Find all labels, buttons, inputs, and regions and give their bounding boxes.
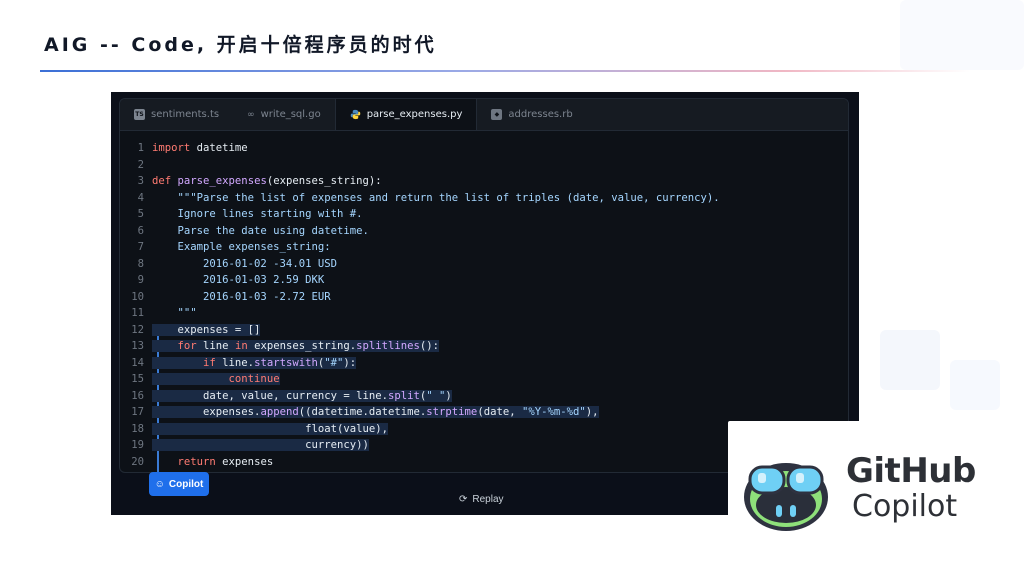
background-hexagon	[950, 360, 1000, 410]
tab-parse-expenses[interactable]: parse_expenses.py	[334, 99, 478, 130]
code-line: 7 Example expenses_string:	[120, 239, 848, 256]
line-number: 16	[131, 389, 144, 402]
code-text: Parse the date using datetime.	[152, 224, 369, 237]
line-number: 2	[137, 158, 144, 171]
replay-label: Replay	[472, 494, 504, 505]
code-text: Example expenses_string:	[152, 241, 331, 253]
ruby-icon: ◆	[491, 109, 503, 120]
code-line: 12 expenses = []	[120, 322, 848, 339]
code-text: if line.startswith("#"):	[152, 356, 357, 369]
line-number: 11	[131, 307, 144, 319]
code-text: 2016-01-03 2.59 DKK	[152, 274, 325, 286]
line-number: 8	[137, 257, 144, 270]
code-text: """Parse the list of expenses and return…	[152, 191, 720, 204]
code-text: float(value),	[152, 422, 388, 435]
line-number: 4	[137, 191, 144, 204]
tab-label: sentiments.ts	[151, 109, 220, 120]
code-text: 2016-01-03 -2.72 EUR	[152, 290, 331, 303]
background-hexagon	[880, 330, 940, 390]
typescript-icon: TS	[134, 109, 145, 120]
code-text: expenses = []	[152, 323, 261, 336]
line-number: 17	[131, 406, 144, 418]
code-line: 9 2016-01-03 2.59 DKK	[120, 272, 848, 289]
code-text: """	[152, 307, 197, 319]
code-editor: TS sentiments.ts ∞ write_sql.go parse_ex…	[119, 98, 849, 473]
python-icon	[350, 109, 360, 120]
code-line: 5 Ignore lines starting with #.	[120, 206, 848, 223]
replay-icon: ⟳	[459, 494, 468, 505]
code-text: expenses.append((datetime.datetime.strpt…	[152, 406, 599, 418]
tab-sentiments[interactable]: TS sentiments.ts	[120, 99, 233, 130]
code-text: import datetime	[152, 142, 248, 154]
copilot-badge-label: Copilot	[168, 478, 204, 490]
logo-subtitle: Copilot	[852, 489, 958, 524]
line-number: 6	[137, 224, 144, 237]
logo-title: GitHub	[846, 451, 976, 491]
code-line: 10 2016-01-03 -2.72 EUR	[120, 289, 848, 306]
line-number: 10	[131, 290, 144, 303]
line-number: 18	[131, 422, 144, 435]
title-divider	[40, 70, 970, 72]
code-line: 14 if line.startswith("#"):	[120, 355, 848, 372]
code-line: 11 """	[120, 305, 848, 322]
line-number: 9	[137, 274, 144, 286]
line-number: 13	[131, 340, 144, 352]
code-line: 3 def parse_expenses(expenses_string):	[120, 173, 848, 190]
line-number: 19	[131, 439, 144, 451]
code-line: 16 date, value, currency = line.split(" …	[120, 388, 848, 405]
background-hexagon	[900, 0, 1024, 70]
line-number: 14	[131, 356, 144, 369]
code-line: 13 for line in expenses_string.splitline…	[120, 338, 848, 355]
github-copilot-logo: GitHub Copilot	[728, 421, 990, 559]
go-icon: ∞	[247, 109, 255, 120]
tab-label: addresses.rb	[508, 109, 573, 120]
copilot-badge[interactable]: ☺ Copilot	[149, 472, 209, 496]
code-text: return expenses	[177, 455, 274, 468]
editor-tabs: TS sentiments.ts ∞ write_sql.go parse_ex…	[120, 99, 848, 131]
tab-label: parse_expenses.py	[366, 109, 463, 120]
code-line: 1 import datetime	[120, 140, 848, 157]
tab-label: write_sql.go	[260, 109, 321, 120]
line-number: 12	[131, 323, 144, 336]
line-number: 7	[137, 241, 144, 253]
code-line: 15 continue	[120, 371, 848, 388]
line-number: 3	[137, 175, 144, 187]
tab-write-sql[interactable]: ∞ write_sql.go	[233, 99, 335, 130]
line-number: 1	[137, 142, 144, 154]
code-line: 8 2016-01-02 -34.01 USD	[120, 256, 848, 273]
code-line: 17 expenses.append((datetime.datetime.st…	[120, 404, 848, 421]
replay-button[interactable]: ⟳ Replay	[459, 494, 504, 505]
line-number: 5	[137, 208, 144, 220]
code-text: for line in expenses_string.splitlines()…	[152, 340, 440, 352]
copilot-mascot-icon	[744, 463, 828, 531]
line-number: 15	[131, 373, 144, 385]
code-line: 6 Parse the date using datetime.	[120, 223, 848, 240]
code-text: Ignore lines starting with #.	[152, 208, 363, 220]
code-line: 2	[120, 157, 848, 174]
code-line: 4 """Parse the list of expenses and retu…	[120, 190, 848, 207]
slide-title: AIG -- Code, 开启十倍程序员的时代	[44, 34, 437, 56]
code-text: def parse_expenses(expenses_string):	[152, 175, 382, 187]
code-area[interactable]: 1 import datetime 2 3 def parse_expenses(exp…	[120, 131, 848, 472]
code-text: continue	[152, 373, 280, 385]
code-text: 2016-01-02 -34.01 USD	[152, 257, 337, 270]
code-text: date, value, currency = line.split(" ")	[152, 389, 452, 402]
code-text: currency))	[152, 439, 369, 451]
copilot-icon: ☺	[154, 478, 165, 490]
line-number: 20	[131, 455, 144, 468]
tab-addresses[interactable]: ◆ addresses.rb	[477, 99, 586, 130]
